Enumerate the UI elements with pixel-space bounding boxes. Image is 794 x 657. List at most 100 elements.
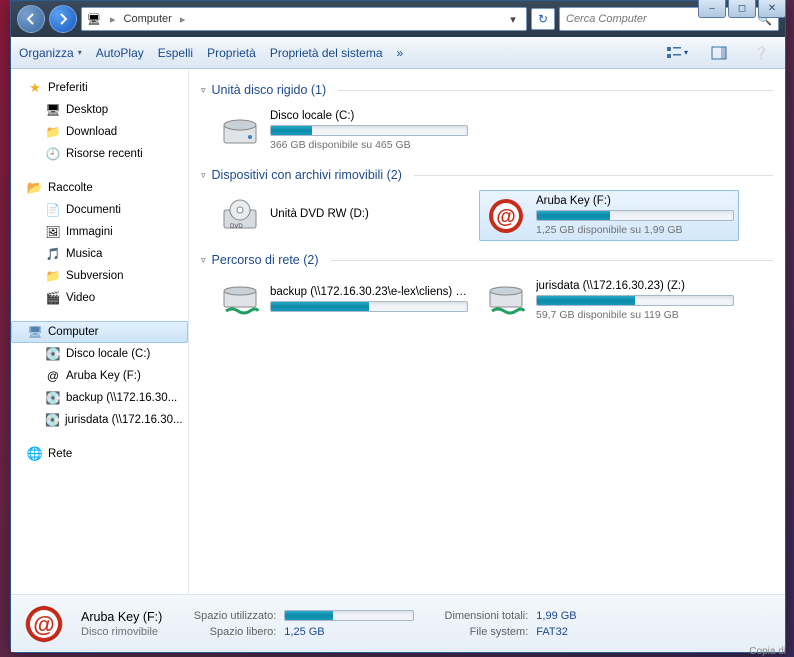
- drive-name: jurisdata (\\172.16.30.23) (Z:): [536, 280, 734, 292]
- content-pane[interactable]: ▿Unità disco rigido (1)Disco locale (C:)…: [189, 69, 785, 594]
- breadcrumb-sep-icon: ▸: [106, 13, 120, 26]
- main-area: ★ Preferiti 🖥Desktop📁Download🕘Risorse re…: [11, 69, 785, 594]
- details-free-value: 1,25 GB: [284, 626, 324, 638]
- section-header[interactable]: ▿Dispositivi con archivi rimovibili (2): [201, 168, 773, 182]
- nav-item-icon: 📁: [45, 268, 61, 284]
- nav-item-label: Musica: [66, 248, 102, 260]
- nav-item-icon: 💽: [45, 412, 60, 428]
- drive-subtitle: 59,7 GB disponibile su 119 GB: [536, 309, 734, 321]
- nav-item-label: Immagini: [66, 226, 113, 238]
- help-button[interactable]: ❔: [745, 42, 777, 64]
- computer-item[interactable]: 💽jurisdata (\\172.16.30...: [11, 409, 188, 431]
- nav-computer-header[interactable]: 🖥 Computer: [11, 321, 188, 343]
- maximize-button[interactable]: ◻: [728, 0, 756, 18]
- section-header[interactable]: ▿Percorso di rete (2): [201, 253, 773, 267]
- minimize-button[interactable]: –: [698, 0, 726, 18]
- nav-libraries-header[interactable]: 📂 Raccolte: [11, 177, 188, 199]
- details-main: Aruba Key (F:) Disco rimovibile: [81, 610, 162, 638]
- drive-item[interactable]: @Aruba Key (F:)1,25 GB disponibile su 1,…: [479, 190, 739, 241]
- details-used-label: Spazio utilizzato:: [176, 610, 276, 622]
- drive-item[interactable]: Disco locale (C:)366 GB disponibile su 4…: [213, 105, 473, 156]
- nav-network-header[interactable]: 🌐 Rete: [11, 443, 188, 465]
- nav-network-label: Rete: [48, 448, 72, 460]
- libraries-item[interactable]: 📁Subversion: [11, 265, 188, 287]
- drive-subtitle: 366 GB disponibile su 465 GB: [270, 139, 468, 151]
- computer-item[interactable]: 💽backup (\\172.16.30...: [11, 387, 188, 409]
- favorites-item[interactable]: 📁Download: [11, 121, 188, 143]
- drive-grid: DVD Unità DVD RW (D:) @Aruba Key (F:)1,25 …: [201, 190, 773, 241]
- details-fs-label: File system:: [428, 626, 528, 638]
- breadcrumb-sep-icon: ▸: [176, 13, 190, 26]
- libraries-item[interactable]: 🎬Video: [11, 287, 188, 309]
- favorites-item[interactable]: 🖥Desktop: [11, 99, 188, 121]
- star-icon: ★: [27, 80, 43, 96]
- drive-icon: DVD: [218, 196, 262, 236]
- computer-icon: 🖥: [86, 11, 102, 27]
- svg-text:@: @: [496, 206, 516, 228]
- nav-item-icon: 🕘: [45, 146, 61, 162]
- address-bar[interactable]: 🖥 ▸ Computer ▸ ▾: [81, 7, 527, 31]
- computer-item[interactable]: 💽Disco locale (C:): [11, 343, 188, 365]
- drive-grid: Disco locale (C:)366 GB disponibile su 4…: [201, 105, 773, 156]
- back-button[interactable]: [17, 5, 45, 33]
- drive-item[interactable]: DVD Unità DVD RW (D:): [213, 190, 473, 241]
- preview-pane-button[interactable]: [703, 42, 735, 64]
- details-subtitle: Disco rimovibile: [81, 626, 162, 638]
- nav-item-icon: 🖥: [45, 102, 61, 118]
- libraries-item[interactable]: 🎵 Musica: [11, 243, 188, 265]
- drive-name: backup (\\172.16.30.23\e-lex\cliens) (Y:…: [270, 286, 468, 298]
- nav-item-label: Aruba Key (F:): [66, 370, 141, 382]
- nav-favorites-header[interactable]: ★ Preferiti: [11, 77, 188, 99]
- eject-button[interactable]: Espelli: [158, 46, 193, 60]
- address-bar-row: 🖥 ▸ Computer ▸ ▾ ↻ 🔍: [11, 1, 785, 37]
- preview-icon: [711, 46, 727, 60]
- nav-group-favorites: ★ Preferiti 🖥Desktop📁Download🕘Risorse re…: [11, 77, 188, 165]
- nav-item-icon: 🖼: [45, 224, 61, 240]
- properties-button[interactable]: Proprietà: [207, 46, 256, 60]
- view-options-button[interactable]: ▾: [661, 42, 693, 64]
- libraries-item[interactable]: 📄Documenti: [11, 199, 188, 221]
- toolbar-overflow-button[interactable]: »: [397, 46, 404, 60]
- breadcrumb-location[interactable]: Computer: [124, 13, 172, 25]
- organize-menu[interactable]: Organizza: [19, 46, 82, 60]
- network-icon: 🌐: [27, 446, 43, 462]
- computer-item[interactable]: @ Aruba Key (F:): [11, 365, 188, 387]
- close-button[interactable]: ✕: [758, 0, 786, 18]
- nav-item-label: Download: [66, 126, 117, 138]
- drive-capacity-bar: [270, 301, 468, 312]
- toolbar: Organizza AutoPlay Espelli Proprietà Pro…: [11, 37, 785, 69]
- nav-item-icon: @: [45, 368, 61, 384]
- address-dropdown-button[interactable]: ▾: [504, 10, 522, 28]
- details-pane: @ Aruba Key (F:) Disco rimovibile Spazio…: [11, 594, 785, 652]
- drive-icon: @: [484, 196, 528, 236]
- drive-icon: [218, 281, 262, 321]
- details-total-value: 1,99 GB: [536, 610, 576, 622]
- details-free-label: Spazio libero:: [176, 626, 276, 638]
- nav-group-network: 🌐 Rete: [11, 443, 188, 465]
- drive-capacity-bar: [270, 125, 468, 136]
- drive-item[interactable]: backup (\\172.16.30.23\e-lex\cliens) (Y:…: [213, 275, 473, 326]
- window-controls: – ◻ ✕: [698, 0, 786, 18]
- drive-capacity-bar: [536, 295, 734, 306]
- nav-item-icon: 💽: [45, 390, 61, 406]
- forward-button[interactable]: [49, 5, 77, 33]
- collapse-icon: ▿: [201, 170, 206, 181]
- drive-name: Unità DVD RW (D:): [270, 208, 468, 220]
- libraries-item[interactable]: 🖼 Immagini: [11, 221, 188, 243]
- system-properties-button[interactable]: Proprietà del sistema: [270, 46, 383, 60]
- collapse-icon: ▿: [201, 255, 206, 266]
- autoplay-button[interactable]: AutoPlay: [96, 46, 144, 60]
- folder-icon: 📂: [27, 180, 43, 196]
- details-cols-1: Spazio utilizzato: Spazio libero: 1,25 G…: [176, 610, 414, 638]
- nav-item-icon: 🎵: [45, 246, 61, 262]
- nav-item-label: Disco locale (C:): [66, 348, 150, 360]
- help-icon: ❔: [754, 46, 769, 60]
- favorites-item[interactable]: 🕘Risorse recenti: [11, 143, 188, 165]
- navigation-tree[interactable]: ★ Preferiti 🖥Desktop📁Download🕘Risorse re…: [11, 69, 189, 594]
- drive-item[interactable]: jurisdata (\\172.16.30.23) (Z:) 59,7 GB d…: [479, 275, 739, 326]
- section-title: Unità disco rigido (1): [212, 83, 327, 97]
- drive-icon: [484, 281, 528, 321]
- refresh-button[interactable]: ↻: [531, 8, 555, 30]
- section-header[interactable]: ▿Unità disco rigido (1): [201, 83, 773, 97]
- drive-capacity-bar: [536, 210, 734, 221]
